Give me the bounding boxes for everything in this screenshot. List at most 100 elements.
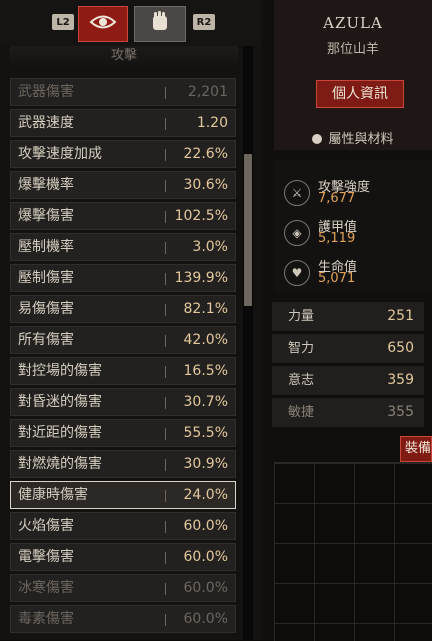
summary-stat-value: 5,119 [318,231,356,246]
core-stats: 力量 251 智力 650 意志 359 敏捷 355 [272,302,432,430]
stat-separator [165,149,166,161]
r2-button[interactable]: R2 [193,14,215,30]
stat-row[interactable]: 毒素傷害 60.0% [10,605,236,633]
stat-value: 3.0% [192,239,228,255]
stat-row[interactable]: 火焰傷害 60.0% [10,512,236,540]
tab-bar: L2 R2 [0,0,262,46]
stat-row[interactable]: 爆擊機率 30.6% [10,171,236,199]
stat-label: 冰寒傷害 [18,580,74,596]
stat-separator [165,180,166,192]
scrollbar[interactable] [243,46,253,640]
stat-value: 1.20 [196,115,228,131]
core-stat-row[interactable]: 智力 650 [272,334,424,363]
character-name: AZULA [323,14,383,32]
stat-row[interactable]: 易傷傷害 82.1% [10,295,236,323]
character-header: AZULA 那位山羊 個人資訊 屬性與材料 [274,0,432,150]
stat-value: 42.0% [183,332,228,348]
stat-label: 攻擊速度加成 [18,146,102,162]
equipment-grid [274,462,432,641]
core-stat-label: 敏捷 [288,405,315,420]
stat-label: 對燃燒的傷害 [18,456,102,472]
stat-value: 139.9% [174,270,228,286]
stat-separator [165,118,166,130]
core-stat-row[interactable]: 敏捷 355 [272,398,424,427]
stat-list[interactable]: 武器傷害 2,201 武器速度 1.20 攻擊速度加成 22.6% 爆擊機率 30.6% 爆擊傷… [10,78,238,640]
stat-row[interactable]: 對控場的傷害 16.5% [10,357,236,385]
stat-row[interactable]: 對燃燒的傷害 30.9% [10,450,236,478]
equipment-tab[interactable]: 裝備 [400,436,432,462]
stat-label: 對控場的傷害 [18,363,102,379]
stat-label: 武器速度 [18,115,74,131]
heart-icon: ♥ [284,260,310,286]
stat-row[interactable]: 爆擊傷害 102.5% [10,202,236,230]
scrollbar-thumb[interactable] [244,154,252,306]
stat-value: 2,201 [187,84,228,100]
profile-button[interactable]: 個人資訊 [316,80,404,108]
stat-value: 24.0% [183,487,228,503]
stat-label: 壓制傷害 [18,270,74,286]
eye-icon [89,13,117,35]
stat-value: 60.0% [183,549,228,565]
stat-separator [165,366,166,378]
stat-row[interactable]: 壓制傷害 139.9% [10,264,236,292]
stat-separator [165,521,166,533]
core-stat-value: 650 [387,340,414,356]
stat-separator [165,335,166,347]
stats-panel: L2 R2 攻擊 武器傷害 2,201 武器速度 1.20 攻擊速度加成 22.6% 爆擊機… [0,0,262,640]
stat-row[interactable]: 武器速度 1.20 [10,109,236,137]
core-stat-label: 力量 [288,309,315,324]
summary-stat[interactable]: ⚔ 攻擊強度 7,677 [284,176,432,216]
stat-separator [165,397,166,409]
stat-label: 對近距的傷害 [18,425,102,441]
tab-materials[interactable] [134,6,186,42]
stat-separator [165,87,166,99]
stat-row[interactable]: 攻擊速度加成 22.6% [10,140,236,168]
stat-label: 健康時傷害 [18,487,88,503]
shield-icon: ◈ [284,220,310,246]
stat-row[interactable]: 對昏迷的傷害 30.7% [10,388,236,416]
summary-stat[interactable]: ♥ 生命值 5,071 [284,256,432,296]
tab-attack[interactable] [78,6,128,42]
core-stat-row[interactable]: 力量 251 [272,302,424,331]
summary-stat-value: 7,677 [318,191,356,206]
core-stat-row[interactable]: 意志 359 [272,366,424,395]
summary-stat-value: 5,071 [318,271,356,286]
stat-row[interactable]: 對近距的傷害 55.5% [10,419,236,447]
summary-stat[interactable]: ◈ 護甲值 5,119 [284,216,432,256]
stat-value: 60.0% [183,518,228,534]
stat-row[interactable]: 壓制機率 3.0% [10,233,236,261]
core-stat-value: 251 [387,308,414,324]
attributes-header[interactable]: 屬性與材料 [274,128,432,147]
stat-separator [165,614,166,626]
character-title: 那位山羊 [326,42,379,57]
stat-separator [165,583,166,595]
stat-value: 30.7% [183,394,228,410]
stat-label: 爆擊機率 [18,177,74,193]
l2-button[interactable]: L2 [52,14,74,30]
stat-value: 22.6% [183,146,228,162]
stat-row[interactable]: 冰寒傷害 60.0% [10,574,236,602]
stat-separator [165,304,166,316]
stat-label: 對昏迷的傷害 [18,394,102,410]
stat-value: 30.6% [183,177,228,193]
core-stat-label: 意志 [288,373,315,388]
stat-row[interactable]: 武器傷害 2,201 [10,78,236,106]
stat-row[interactable]: 健康時傷害 24.0% [10,481,236,509]
stat-separator [165,273,166,285]
stat-row[interactable]: 電擊傷害 60.0% [10,543,236,571]
stat-value: 55.5% [183,425,228,441]
stat-value: 60.0% [183,580,228,596]
stat-row[interactable]: 所有傷害 42.0% [10,326,236,354]
stat-value: 30.9% [183,456,228,472]
core-stat-label: 智力 [288,341,315,356]
stat-separator [165,428,166,440]
character-panel: AZULA 那位山羊 個人資訊 屬性與材料 ⚔ 攻擊強度 7,677 ◈ 護甲值 5,11… [262,0,432,641]
stat-label: 武器傷害 [18,84,74,100]
stat-value: 82.1% [183,301,228,317]
stat-label: 易傷傷害 [18,301,74,317]
core-stat-value: 359 [387,372,414,388]
stat-label: 所有傷害 [18,332,74,348]
stat-separator [165,242,166,254]
stat-value: 16.5% [183,363,228,379]
stat-separator [165,490,166,502]
